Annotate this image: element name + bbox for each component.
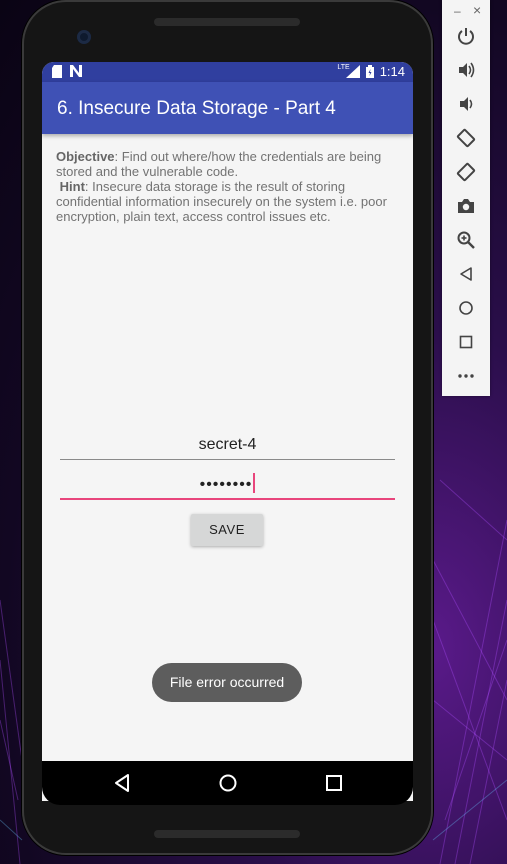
power-icon[interactable]	[456, 26, 476, 46]
overview-icon[interactable]	[456, 332, 476, 352]
zoom-icon[interactable]	[456, 230, 476, 250]
back-icon[interactable]	[456, 264, 476, 284]
challenge-description: Objective: Find out where/how the creden…	[56, 149, 401, 224]
home-icon[interactable]	[216, 771, 240, 795]
home-icon[interactable]	[456, 298, 476, 318]
username-field[interactable]: secret-4	[60, 432, 395, 460]
password-value: ••••••••	[199, 476, 253, 493]
volume-down-icon[interactable]	[456, 94, 476, 114]
password-field[interactable]: ••••••••	[60, 472, 395, 500]
username-value: secret-4	[198, 436, 257, 453]
status-time: 1:14	[379, 64, 405, 79]
bottom-speaker	[154, 830, 300, 838]
hint-label: Hint	[59, 179, 85, 194]
rotate-left-icon[interactable]	[456, 128, 476, 148]
minimize-button[interactable]: –	[454, 4, 461, 18]
close-button[interactable]: ×	[473, 2, 481, 18]
save-button[interactable]: SAVE	[191, 514, 263, 546]
text-cursor	[253, 473, 256, 493]
app-toolbar: 6. Insecure Data Storage - Part 4	[42, 82, 413, 134]
more-icon[interactable]	[456, 366, 476, 386]
notification-n-icon	[70, 65, 82, 77]
device-screen: LTE 1:14 6. Insecure Data Storage - Part…	[42, 62, 413, 801]
phone-frame: LTE 1:14 6. Insecure Data Storage - Part…	[22, 0, 433, 855]
camera-icon[interactable]	[456, 196, 476, 216]
sd-card-icon	[52, 65, 62, 78]
status-bar: LTE 1:14	[42, 62, 413, 82]
page-title: 6. Insecure Data Storage - Part 4	[57, 98, 336, 119]
navigation-bar	[42, 761, 413, 805]
volume-up-icon[interactable]	[456, 60, 476, 80]
recents-icon[interactable]	[322, 771, 346, 795]
back-icon[interactable]	[110, 771, 134, 795]
earpiece-speaker	[154, 18, 300, 26]
battery-icon	[365, 65, 374, 78]
toast-message: File error occurred	[152, 663, 302, 702]
network-type: LTE	[337, 64, 350, 71]
hint-text: : Insecure data storage is the result of…	[56, 179, 387, 224]
objective-label: Objective	[56, 149, 115, 164]
front-camera	[77, 30, 91, 44]
rotate-right-icon[interactable]	[456, 162, 476, 182]
emulator-toolbar: – ×	[442, 0, 490, 396]
